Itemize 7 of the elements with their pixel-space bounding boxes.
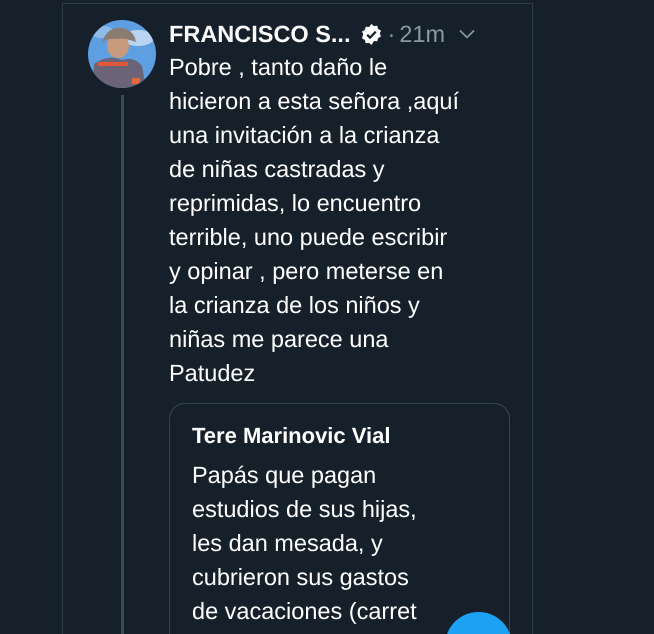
quoted-author-name: Tere Marinovic Vial: [192, 422, 392, 450]
quoted-tweet-text: Papás que pagan estudios de sus hijas, les dan mesada, y cubrieron sus gastos de vacaciones (carret: [192, 461, 417, 626]
timestamp[interactable]: 21m: [399, 19, 446, 49]
tweet-text: Pobre , tanto daño le hicieron a esta señora ,aquí una invitación a la crianza de niñas castradas y reprimidas, lo encuentro terrible, uno puede escribir y opinar , pero meterse en la crianza de los niños y niñas me parece una Patudez: [169, 53, 460, 388]
author-name[interactable]: FRANCISCO S...: [169, 19, 350, 49]
separator-dot: ·: [387, 20, 396, 49]
chevron-down-icon[interactable]: [459, 29, 476, 39]
